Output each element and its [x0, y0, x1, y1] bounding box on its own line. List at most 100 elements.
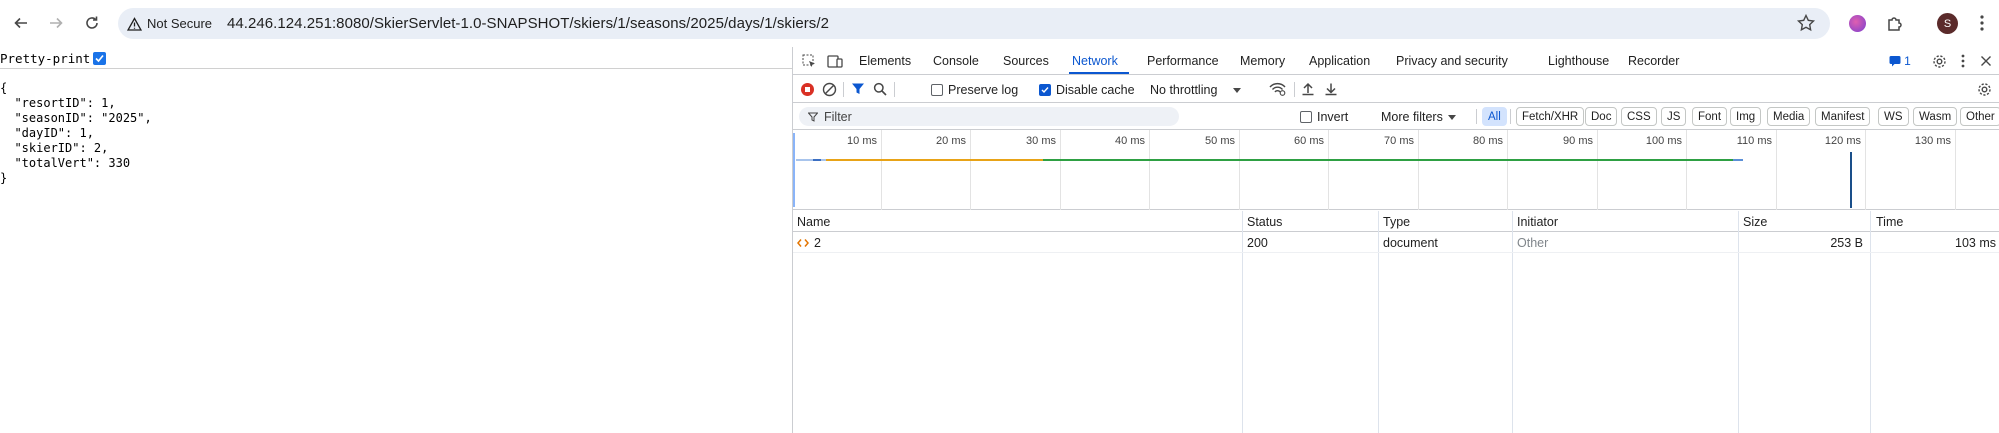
json-line: "skierID": 2,: [0, 141, 109, 155]
tab-application[interactable]: Application: [1309, 54, 1370, 68]
type-filter-manifest[interactable]: Manifest: [1815, 107, 1871, 126]
tab-recorder[interactable]: Recorder: [1628, 54, 1679, 68]
overview-selection-handle[interactable]: [793, 130, 796, 210]
toolbar-divider: [1294, 82, 1295, 97]
import-har-icon[interactable]: [1300, 81, 1316, 97]
type-filter-other[interactable]: Other: [1960, 107, 1999, 126]
throttling-select[interactable]: No throttling: [1150, 83, 1242, 97]
forward-button[interactable]: [43, 10, 69, 36]
tick-label: 50 ms: [1205, 135, 1235, 147]
issues-counter[interactable]: 1: [1886, 53, 1914, 69]
devtools-menu-icon[interactable]: [1955, 53, 1971, 69]
tick-label: 30 ms: [1026, 135, 1056, 147]
network-overview-timeline[interactable]: 10 ms 20 ms 30 ms 40 ms 50 ms 60 ms 70 m…: [793, 130, 1999, 210]
active-tab-indicator: [1069, 72, 1129, 74]
security-label: Not Secure: [147, 16, 213, 31]
checkmark-icon: [1041, 87, 1049, 94]
devtools-settings-gear-icon[interactable]: [1931, 53, 1947, 69]
type-filter-wasm[interactable]: Wasm: [1913, 107, 1958, 126]
pretty-print-row: Pretty-print: [0, 50, 107, 66]
toolbar-divider: [843, 82, 844, 97]
search-icon[interactable]: [872, 81, 888, 97]
requests-table-header: Name Status Type Initiator Size Time: [793, 211, 1999, 232]
browser-toolbar: Not Secure 44.246.124.251:8080/SkierServ…: [0, 0, 1999, 47]
tick-label: 80 ms: [1473, 135, 1503, 147]
security-chip[interactable]: Not Secure: [127, 13, 212, 34]
filter-funnel-icon[interactable]: [850, 81, 866, 97]
document-code-icon: [797, 239, 809, 247]
extensions-puzzle-icon[interactable]: [1884, 12, 1906, 34]
request-status: 200: [1247, 236, 1268, 250]
invert-checkbox[interactable]: Invert: [1300, 110, 1348, 124]
address-bar[interactable]: Not Secure 44.246.124.251:8080/SkierServ…: [118, 8, 1830, 39]
more-filters-dropdown[interactable]: More filters: [1381, 110, 1456, 124]
browser-menu-icon[interactable]: [1971, 12, 1993, 34]
request-name: 2: [814, 236, 821, 250]
bookmark-star-icon[interactable]: [1796, 13, 1816, 33]
clear-log-icon[interactable]: [821, 81, 837, 97]
back-button[interactable]: [8, 10, 34, 36]
inspect-element-icon[interactable]: [801, 53, 817, 69]
type-filter-font[interactable]: Font: [1692, 107, 1728, 126]
load-event-marker: [1850, 152, 1852, 208]
type-filter-fetch-xhr[interactable]: Fetch/XHR: [1516, 107, 1585, 126]
tab-network[interactable]: Network: [1072, 54, 1118, 68]
filter-placeholder: Filter: [824, 109, 852, 124]
extension-icon[interactable]: [1849, 15, 1866, 32]
request-time: 103 ms: [1955, 236, 1996, 250]
back-arrow-icon: [14, 17, 27, 29]
column-header-size[interactable]: Size: [1743, 215, 1767, 229]
type-filter-ws[interactable]: WS: [1878, 107, 1909, 126]
tab-lighthouse[interactable]: Lighthouse: [1548, 54, 1609, 68]
chevron-down-icon: [1233, 87, 1242, 93]
filter-input[interactable]: Filter: [799, 107, 1179, 126]
export-har-icon[interactable]: [1323, 81, 1339, 97]
tab-console[interactable]: Console: [933, 54, 979, 68]
column-header-type[interactable]: Type: [1383, 215, 1410, 229]
filter-bar: Filter Invert More filters All Fetch/XHR…: [793, 103, 1999, 130]
reload-button[interactable]: [79, 10, 105, 36]
table-row[interactable]: 2 200 document Other 253 B 103 ms: [793, 233, 1999, 253]
column-header-initiator[interactable]: Initiator: [1517, 215, 1558, 229]
tick-line: [1507, 130, 1508, 210]
tab-memory[interactable]: Memory: [1240, 54, 1285, 68]
warning-triangle-icon: [127, 16, 142, 31]
type-filter-js[interactable]: JS: [1661, 107, 1687, 126]
network-toolbar: Preserve log Disable cache No throttling: [793, 76, 1999, 103]
column-header-status[interactable]: Status: [1247, 215, 1282, 229]
tick-label: 70 ms: [1384, 135, 1414, 147]
tab-sources[interactable]: Sources: [1003, 54, 1049, 68]
tick-line: [1776, 130, 1777, 210]
json-line: }: [0, 171, 8, 185]
network-settings-gear-icon[interactable]: [1976, 81, 1992, 97]
json-line: "totalVert": 330: [0, 156, 131, 170]
profile-avatar[interactable]: S: [1937, 13, 1958, 34]
tab-performance[interactable]: Performance: [1147, 54, 1219, 68]
chevron-down-icon: [1447, 114, 1456, 120]
preserve-log-checkbox[interactable]: Preserve log: [931, 83, 1018, 97]
tick-label: 100 ms: [1645, 135, 1682, 147]
column-header-name[interactable]: Name: [797, 215, 830, 229]
pretty-print-label: Pretty-print: [0, 50, 91, 66]
overview-connect-bar: [813, 159, 821, 161]
tick-label: 130 ms: [1914, 135, 1951, 147]
type-filter-css[interactable]: CSS: [1621, 107, 1657, 126]
tick-label: 40 ms: [1115, 135, 1145, 147]
url-text[interactable]: 44.246.124.251:8080/SkierServlet-1.0-SNA…: [227, 15, 829, 32]
tab-elements[interactable]: Elements: [859, 54, 911, 68]
network-conditions-wifi-icon[interactable]: [1268, 81, 1286, 97]
devtools-close-icon[interactable]: [1978, 53, 1994, 69]
disable-cache-checkbox[interactable]: Disable cache: [1039, 83, 1135, 97]
request-name-cell[interactable]: 2: [797, 236, 821, 250]
record-stop-icon[interactable]: [799, 81, 815, 97]
type-filter-media[interactable]: Media: [1767, 107, 1811, 126]
tab-privacy-and-security[interactable]: Privacy and security: [1396, 54, 1508, 68]
column-header-time[interactable]: Time: [1876, 215, 1903, 229]
type-filter-all[interactable]: All: [1482, 107, 1507, 126]
device-toolbar-icon[interactable]: [827, 53, 843, 69]
type-filter-doc[interactable]: Doc: [1585, 107, 1618, 126]
pretty-print-checkbox[interactable]: [93, 51, 107, 65]
json-line: "dayID": 1,: [0, 126, 94, 140]
type-filter-img[interactable]: Img: [1730, 107, 1762, 126]
tick-line: [970, 130, 971, 210]
